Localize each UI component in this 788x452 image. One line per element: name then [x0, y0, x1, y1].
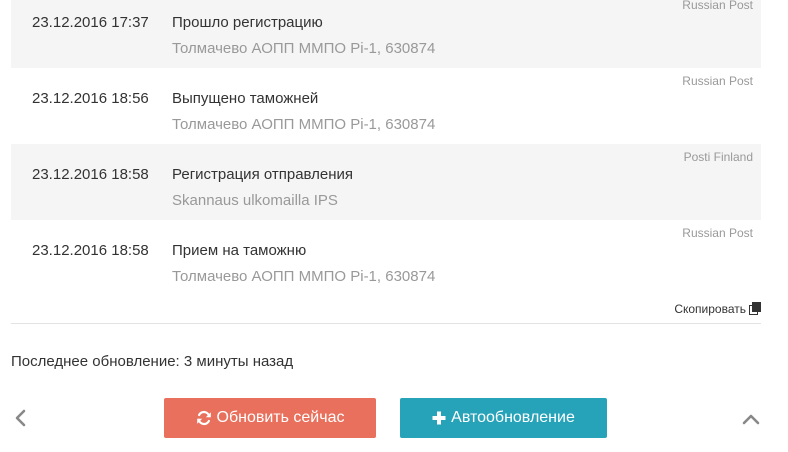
event-source: Posti Finland	[683, 150, 753, 164]
event-source: Russian Post	[682, 226, 753, 240]
event-time: 23.12.2016 18:58	[32, 242, 149, 259]
copy-row: Скопировать	[11, 296, 761, 324]
event-place: Skannaus ulkomailla IPS	[172, 192, 338, 209]
copy-button[interactable]: Скопировать	[674, 302, 761, 316]
auto-update-button[interactable]: Автообновление	[400, 398, 607, 438]
plus-icon	[432, 411, 446, 425]
event-source: Russian Post	[682, 74, 753, 88]
event-time: 23.12.2016 18:58	[32, 166, 149, 183]
refresh-icon	[196, 410, 212, 426]
copy-icon	[749, 302, 761, 315]
refresh-now-button[interactable]: Обновить сейчас	[164, 398, 376, 438]
tracking-event: Russian Post 23.12.2016 18:58 Прием на т…	[11, 220, 761, 296]
event-time: 23.12.2016 18:56	[32, 90, 149, 107]
copy-label: Скопировать	[674, 302, 746, 316]
event-status: Регистрация отправления	[172, 166, 354, 183]
refresh-now-label: Обновить сейчас	[216, 409, 345, 426]
tracking-event: Russian Post 23.12.2016 17:37 Прошло рег…	[11, 0, 761, 68]
chevron-left-icon[interactable]	[10, 407, 32, 429]
event-status: Прошло регистрацию	[172, 14, 323, 31]
auto-update-label: Автообновление	[451, 409, 575, 426]
event-place: Толмачево АОПП ММПО Pi-1, 630874	[172, 268, 436, 285]
event-source: Russian Post	[682, 0, 753, 12]
event-place: Толмачево АОПП ММПО Pi-1, 630874	[172, 116, 436, 133]
chevron-up-icon[interactable]	[740, 409, 762, 431]
tracking-event: Russian Post 23.12.2016 18:56 Выпущено т…	[11, 68, 761, 144]
event-place: Толмачево АОПП ММПО Pi-1, 630874	[172, 40, 436, 57]
tracking-event: Posti Finland 23.12.2016 18:58 Регистрац…	[11, 144, 761, 220]
last-update-text: Последнее обновление: 3 минуты назад	[11, 353, 294, 370]
tracking-events-list: Russian Post 23.12.2016 17:37 Прошло рег…	[11, 0, 761, 296]
event-time: 23.12.2016 17:37	[32, 14, 149, 31]
event-status: Прием на таможню	[172, 242, 307, 259]
event-status: Выпущено таможней	[172, 90, 319, 107]
